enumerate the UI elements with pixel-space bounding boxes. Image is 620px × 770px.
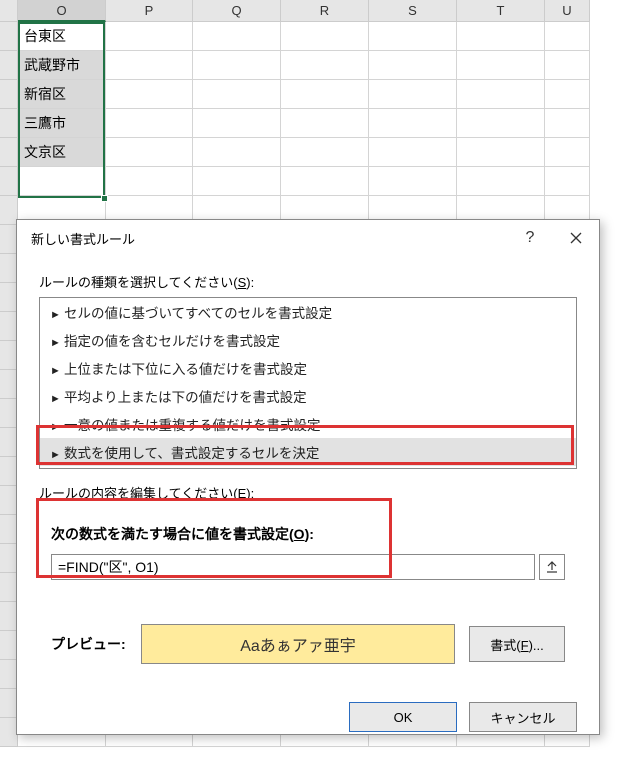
- rule-type-list[interactable]: セルの値に基づいてすべてのセルを書式設定指定の値を含むセルだけを書式設定上位また…: [39, 297, 577, 469]
- edit-rule-label: ルールの内容を編集してください(E):: [39, 483, 577, 502]
- dialog-titlebar: 新しい書式ルール ?: [17, 220, 599, 256]
- rule-item[interactable]: セルの値に基づいてすべてのセルを書式設定: [40, 298, 576, 326]
- rule-item[interactable]: 数式を使用して、書式設定するセルを決定: [40, 438, 576, 466]
- col-header-O[interactable]: O: [18, 0, 106, 22]
- col-header-U[interactable]: U: [545, 0, 590, 22]
- col-header-S[interactable]: S: [369, 0, 457, 22]
- col-header-R[interactable]: R: [281, 0, 369, 22]
- cell[interactable]: [193, 80, 281, 109]
- close-icon: [570, 232, 582, 244]
- rule-item[interactable]: 指定の値を含むセルだけを書式設定: [40, 326, 576, 354]
- col-header-Q[interactable]: Q: [193, 0, 281, 22]
- cell[interactable]: [106, 22, 193, 51]
- new-rule-dialog: 新しい書式ルール ? ルールの種類を選択してください(S): セルの値に基づいて…: [16, 219, 600, 735]
- cell[interactable]: [106, 109, 193, 138]
- cell[interactable]: [457, 167, 545, 196]
- format-button[interactable]: 書式(F)...: [469, 626, 565, 662]
- cell[interactable]: [369, 51, 457, 80]
- cell[interactable]: [457, 109, 545, 138]
- rule-type-label: ルールの種類を選択してください(S):: [39, 272, 577, 291]
- cell[interactable]: [369, 109, 457, 138]
- cell[interactable]: [545, 138, 590, 167]
- cell[interactable]: 文京区: [18, 138, 106, 167]
- cell[interactable]: [281, 22, 369, 51]
- cell[interactable]: [545, 167, 590, 196]
- cell[interactable]: [193, 138, 281, 167]
- cell[interactable]: 新宿区: [18, 80, 106, 109]
- cell[interactable]: [193, 22, 281, 51]
- rule-item[interactable]: 平均より上または下の値だけを書式設定: [40, 382, 576, 410]
- cell[interactable]: [369, 80, 457, 109]
- collapse-icon: [546, 561, 558, 573]
- range-picker-button[interactable]: [539, 554, 565, 580]
- cell[interactable]: [106, 167, 193, 196]
- cell[interactable]: [457, 80, 545, 109]
- cell[interactable]: [106, 80, 193, 109]
- ok-button[interactable]: OK: [349, 702, 457, 732]
- cell[interactable]: [193, 51, 281, 80]
- cell[interactable]: [106, 138, 193, 167]
- cell[interactable]: [369, 167, 457, 196]
- cell[interactable]: [106, 51, 193, 80]
- close-button[interactable]: [553, 222, 599, 254]
- dialog-title: 新しい書式ルール: [31, 229, 135, 248]
- column-headers-row: O P Q R S T U: [0, 0, 620, 22]
- formula-label: 次の数式を満たす場合に値を書式設定(O):: [51, 524, 565, 544]
- cell[interactable]: [457, 138, 545, 167]
- rule-item[interactable]: 上位または下位に入る値だけを書式設定: [40, 354, 576, 382]
- cell[interactable]: [193, 109, 281, 138]
- cell[interactable]: [545, 22, 590, 51]
- cell[interactable]: [457, 51, 545, 80]
- cell[interactable]: [457, 22, 545, 51]
- selection-handle[interactable]: [101, 195, 108, 202]
- cancel-button[interactable]: キャンセル: [469, 702, 577, 732]
- dialog-footer: OK キャンセル: [39, 702, 577, 732]
- preview-label: プレビュー:: [51, 634, 127, 654]
- cell[interactable]: 武蔵野市: [18, 51, 106, 80]
- cell[interactable]: [545, 80, 590, 109]
- rule-item[interactable]: 一意の値または重複する値だけを書式設定: [40, 410, 576, 438]
- cell[interactable]: [281, 167, 369, 196]
- cell[interactable]: 三鷹市: [18, 109, 106, 138]
- cell[interactable]: [369, 138, 457, 167]
- cell[interactable]: [545, 109, 590, 138]
- cell[interactable]: [281, 51, 369, 80]
- corner-cell: [0, 0, 18, 22]
- cell[interactable]: [18, 167, 106, 196]
- cell[interactable]: [281, 138, 369, 167]
- cell[interactable]: [193, 167, 281, 196]
- cell[interactable]: 台東区: [18, 22, 106, 51]
- help-button[interactable]: ?: [507, 222, 553, 254]
- col-header-T[interactable]: T: [457, 0, 545, 22]
- formula-input[interactable]: [51, 554, 535, 580]
- col-header-P[interactable]: P: [106, 0, 193, 22]
- formula-area: 次の数式を満たす場合に値を書式設定(O): プレビュー: Aaあぁアァ亜宇 書式…: [39, 512, 577, 680]
- preview-box: Aaあぁアァ亜宇: [141, 624, 455, 664]
- cell[interactable]: [281, 80, 369, 109]
- cell[interactable]: [545, 51, 590, 80]
- cell[interactable]: [281, 109, 369, 138]
- cell[interactable]: [369, 22, 457, 51]
